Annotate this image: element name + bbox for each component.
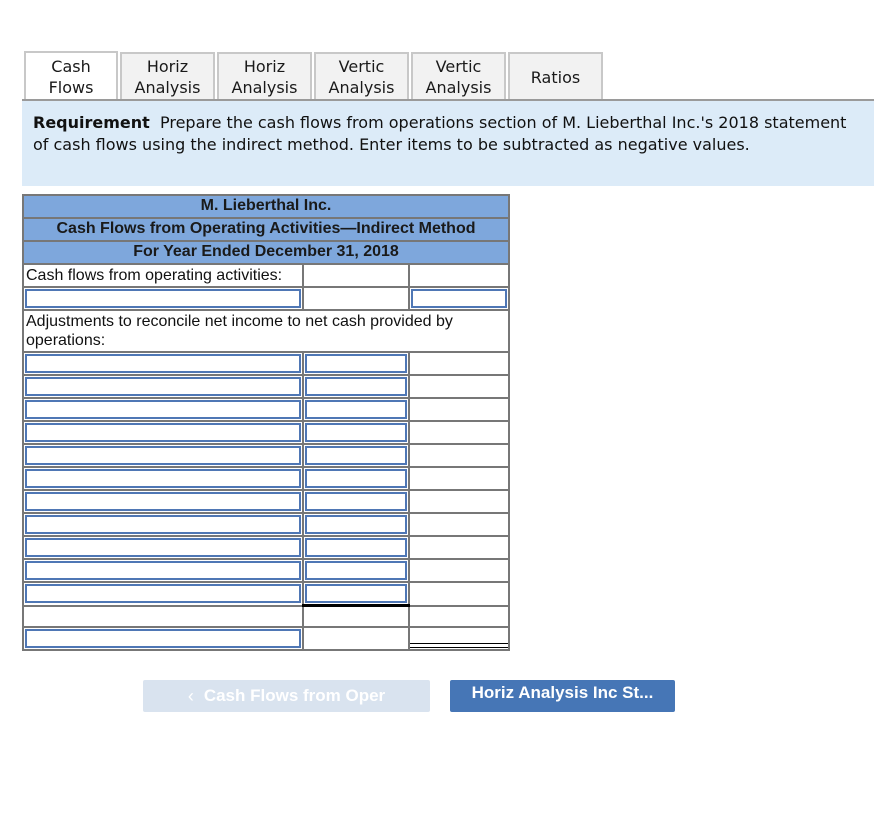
- empty-cell: [407, 558, 511, 583]
- empty-cell: [22, 604, 304, 628]
- tab-cash-flows[interactable]: Cash Flows: [24, 51, 118, 100]
- company-name: M. Lieberthal Inc.: [22, 194, 510, 219]
- tab-label-line2: Flows: [48, 77, 94, 97]
- requirement-label: Requirement: [33, 113, 150, 132]
- adjustment-row: [22, 535, 511, 560]
- adjustment-amount-input[interactable]: [304, 538, 407, 557]
- adjustment-row: [22, 397, 511, 422]
- adjustment-label-input[interactable]: [25, 423, 301, 442]
- tab-label-line1: Horiz: [146, 57, 189, 76]
- tab-label-line2: Analysis: [425, 78, 492, 97]
- adjustment-row: [22, 489, 511, 514]
- requirement-text: Prepare the cash flows from operations s…: [33, 113, 847, 154]
- net-cash-total-cell: [407, 626, 511, 651]
- empty-cell: [301, 286, 410, 311]
- empty-cell: [407, 512, 511, 537]
- empty-cell: [407, 489, 511, 514]
- chevron-left-icon: ‹: [187, 685, 194, 706]
- adjustment-row: [22, 351, 511, 376]
- cash-flow-statement-table: M. Lieberthal Inc. Cash Flows from Opera…: [22, 194, 511, 651]
- adjustment-label-input[interactable]: [25, 469, 301, 488]
- adjustment-label-input[interactable]: [25, 400, 301, 419]
- empty-cell: [407, 535, 511, 560]
- adjustment-label-input[interactable]: [25, 538, 301, 557]
- adjustment-row: [22, 581, 511, 607]
- next-tab-button[interactable]: Horiz Analysis Inc St...: [450, 680, 675, 712]
- adjustment-amount-input[interactable]: [304, 377, 407, 396]
- adjustment-amount-input[interactable]: [304, 354, 407, 373]
- adjustment-label-input[interactable]: [25, 377, 301, 396]
- tab-vertic-analysis-1[interactable]: Vertic Analysis: [314, 52, 409, 100]
- statement-period: For Year Ended December 31, 2018: [22, 240, 510, 265]
- adjustment-amount-input[interactable]: [304, 515, 407, 534]
- tab-label-line1: Horiz: [243, 57, 286, 76]
- empty-cell: [407, 443, 511, 468]
- adjustment-amount-input[interactable]: [304, 492, 407, 511]
- adjustment-row: [22, 466, 511, 491]
- next-tab-label: Horiz Analysis Inc St...: [471, 683, 654, 702]
- adjustment-rows: [22, 351, 511, 607]
- tab-label-line2: Analysis: [231, 78, 298, 97]
- tab-label-line1: Vertic: [435, 57, 482, 76]
- empty-cell: [301, 263, 410, 288]
- adjustments-total-cell: [301, 604, 410, 628]
- empty-cell: [301, 626, 410, 651]
- adjustment-label-input[interactable]: [25, 492, 301, 511]
- adjustments-label: Adjustments to reconcile net income to n…: [22, 309, 510, 353]
- adjustment-label-input[interactable]: [25, 584, 301, 603]
- tab-vertic-analysis-2[interactable]: Vertic Analysis: [411, 52, 506, 100]
- adjustment-amount-input[interactable]: [304, 423, 407, 442]
- tab-label-line2: Analysis: [328, 78, 395, 97]
- adjustment-amount-input[interactable]: [304, 400, 407, 419]
- adjustment-amount-input[interactable]: [304, 469, 407, 488]
- adjustment-row: [22, 443, 511, 468]
- prev-tab-label: Cash Flows from Oper: [203, 686, 386, 705]
- empty-cell: [407, 604, 511, 628]
- net-income-amount-input[interactable]: [410, 289, 507, 308]
- tab-ratios[interactable]: Ratios: [508, 52, 603, 100]
- adjustment-row: [22, 512, 511, 537]
- tab-label-line1: Cash: [51, 56, 91, 76]
- tab-label-line2: Analysis: [134, 78, 201, 97]
- tab-horiz-analysis-1[interactable]: Horiz Analysis: [120, 52, 215, 100]
- net-cash-label-input[interactable]: [25, 629, 301, 648]
- adjustment-label-input[interactable]: [25, 446, 301, 465]
- empty-cell: [407, 420, 511, 445]
- requirement-box: Requirement Prepare the cash flows from …: [22, 101, 874, 186]
- adjustment-row: [22, 374, 511, 399]
- empty-cell: [407, 581, 511, 607]
- prev-tab-button[interactable]: ‹ Cash Flows from Oper: [143, 680, 430, 712]
- adjustment-label-input[interactable]: [25, 515, 301, 534]
- adjustment-row: [22, 420, 511, 445]
- tab-label-line1: Vertic: [338, 57, 385, 76]
- adjustment-label-input[interactable]: [25, 354, 301, 373]
- empty-cell: [407, 397, 511, 422]
- tab-horiz-analysis-2[interactable]: Horiz Analysis: [217, 52, 312, 100]
- adjustment-amount-input[interactable]: [304, 446, 407, 465]
- empty-cell: [407, 374, 511, 399]
- adjustment-label-input[interactable]: [25, 561, 301, 580]
- adjustment-amount-input[interactable]: [304, 584, 407, 603]
- net-income-label-input[interactable]: [25, 289, 301, 308]
- statement-title: Cash Flows from Operating Activities—Ind…: [22, 217, 510, 242]
- empty-cell: [407, 263, 511, 288]
- empty-cell: [407, 466, 511, 491]
- operating-activities-label: Cash flows from operating activities:: [22, 263, 304, 288]
- adjustment-row: [22, 558, 511, 583]
- tab-bar: Cash Flows Horiz Analysis Horiz Analysis Ve…: [24, 51, 605, 100]
- empty-cell: [407, 351, 511, 376]
- adjustment-amount-input[interactable]: [304, 561, 407, 580]
- tab-label: Ratios: [530, 67, 581, 87]
